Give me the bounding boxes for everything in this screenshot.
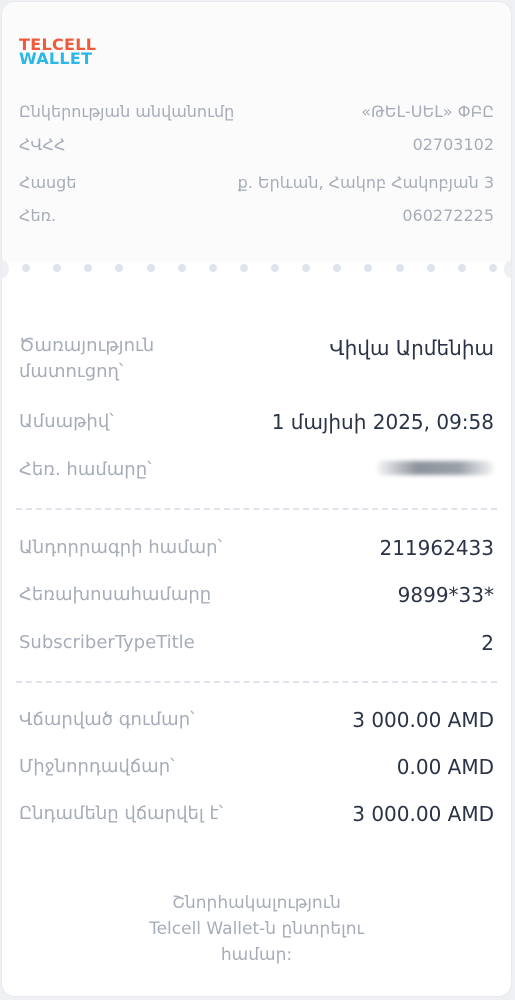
date-value: 1 մայիսի 2025, 09:58	[271, 410, 494, 434]
company-phone-label: Հեռ.	[19, 206, 57, 225]
thank-you-message: Շնորհակալություն Telcell Wallet-ն ընտրել…	[2, 890, 511, 968]
perforation-dot	[22, 264, 30, 272]
receipt-notch-right	[504, 260, 511, 278]
perforation-dot	[364, 264, 373, 272]
address-value: ք. Երևան, Հակոբ Հակոբյան 3	[237, 173, 494, 192]
perforation-dot	[426, 264, 435, 272]
perforation-dot	[115, 264, 124, 272]
company-phone-value: 060272225	[402, 206, 494, 225]
total-value: 3 000.00 AMD	[352, 802, 494, 826]
perforation-dot	[271, 264, 279, 272]
logo-line-2: WALLET	[19, 49, 93, 68]
receipt-number-value: 211962433	[379, 536, 494, 560]
tax-id-label: ՀՎՀՀ	[19, 135, 66, 154]
company-name-label: Ընկերության անվանումը	[19, 102, 235, 121]
perforation-divider	[22, 264, 497, 272]
phone-number-value: 9899*33*	[397, 583, 494, 607]
provider-label: Ծառայություն մատուցող՝	[19, 333, 154, 385]
address-label: Հասցե	[19, 173, 77, 192]
telcell-wallet-logo: TELCELL WALLET	[19, 37, 96, 68]
perforation-dot	[208, 264, 217, 272]
perforation-dot	[457, 264, 466, 272]
perforation-dot	[302, 264, 311, 272]
company-section: TELCELL WALLET Ընկերության անվանումը «ԹԵ…	[2, 2, 511, 262]
receipt-card: TELCELL WALLET Ընկերության անվանումը «ԹԵ…	[1, 1, 512, 997]
commission-value: 0.00 AMD	[396, 755, 494, 779]
perforation-dot	[395, 264, 404, 272]
thank-you-line-3: համար:	[220, 945, 293, 965]
phone-label: Հեռ. համարը՝	[19, 459, 152, 480]
date-label: Ամսաթիվ՝	[19, 411, 114, 432]
provider-value: Վիվա Արմենիա	[329, 336, 494, 360]
total-label: Ընդամենը վճարվել է՝	[19, 803, 224, 824]
dashed-divider	[16, 508, 497, 510]
thank-you-line-1: Շնորհակալություն	[172, 893, 341, 913]
perforation-dot	[333, 264, 342, 272]
paid-amount-label: Վճարված գումար՝	[19, 709, 195, 730]
blurred-phone-value	[376, 461, 494, 475]
commission-label: Միջնորդավճար՝	[19, 756, 175, 777]
perforation-dot	[84, 264, 93, 272]
perforation-dot	[239, 264, 248, 272]
paid-amount-value: 3 000.00 AMD	[352, 708, 494, 732]
receipt-number-label: Անդորրագրի համար՝	[19, 537, 222, 558]
provider-label-line-1: Ծառայություն	[19, 335, 155, 356]
receipt-notch-left	[2, 260, 9, 278]
dashed-divider	[16, 681, 497, 683]
provider-label-line-2: մատուցող՝	[19, 361, 124, 382]
perforation-dot	[146, 264, 155, 272]
tax-id-value: 02703102	[412, 135, 494, 154]
subscriber-type-value: 2	[481, 631, 494, 655]
subscriber-type-label: SubscriberTypeTitle	[19, 632, 195, 653]
perforation-dot	[177, 264, 186, 272]
company-name-value: «ԹԵԼ-ՍԵԼ» ՓԲԸ	[361, 102, 494, 121]
perforation-dot	[488, 264, 497, 272]
phone-number-label: Հեռախոսահամարը	[19, 584, 212, 605]
perforation-dot	[53, 264, 62, 272]
thank-you-line-2: Telcell Wallet-ն ընտրելու	[149, 919, 364, 939]
